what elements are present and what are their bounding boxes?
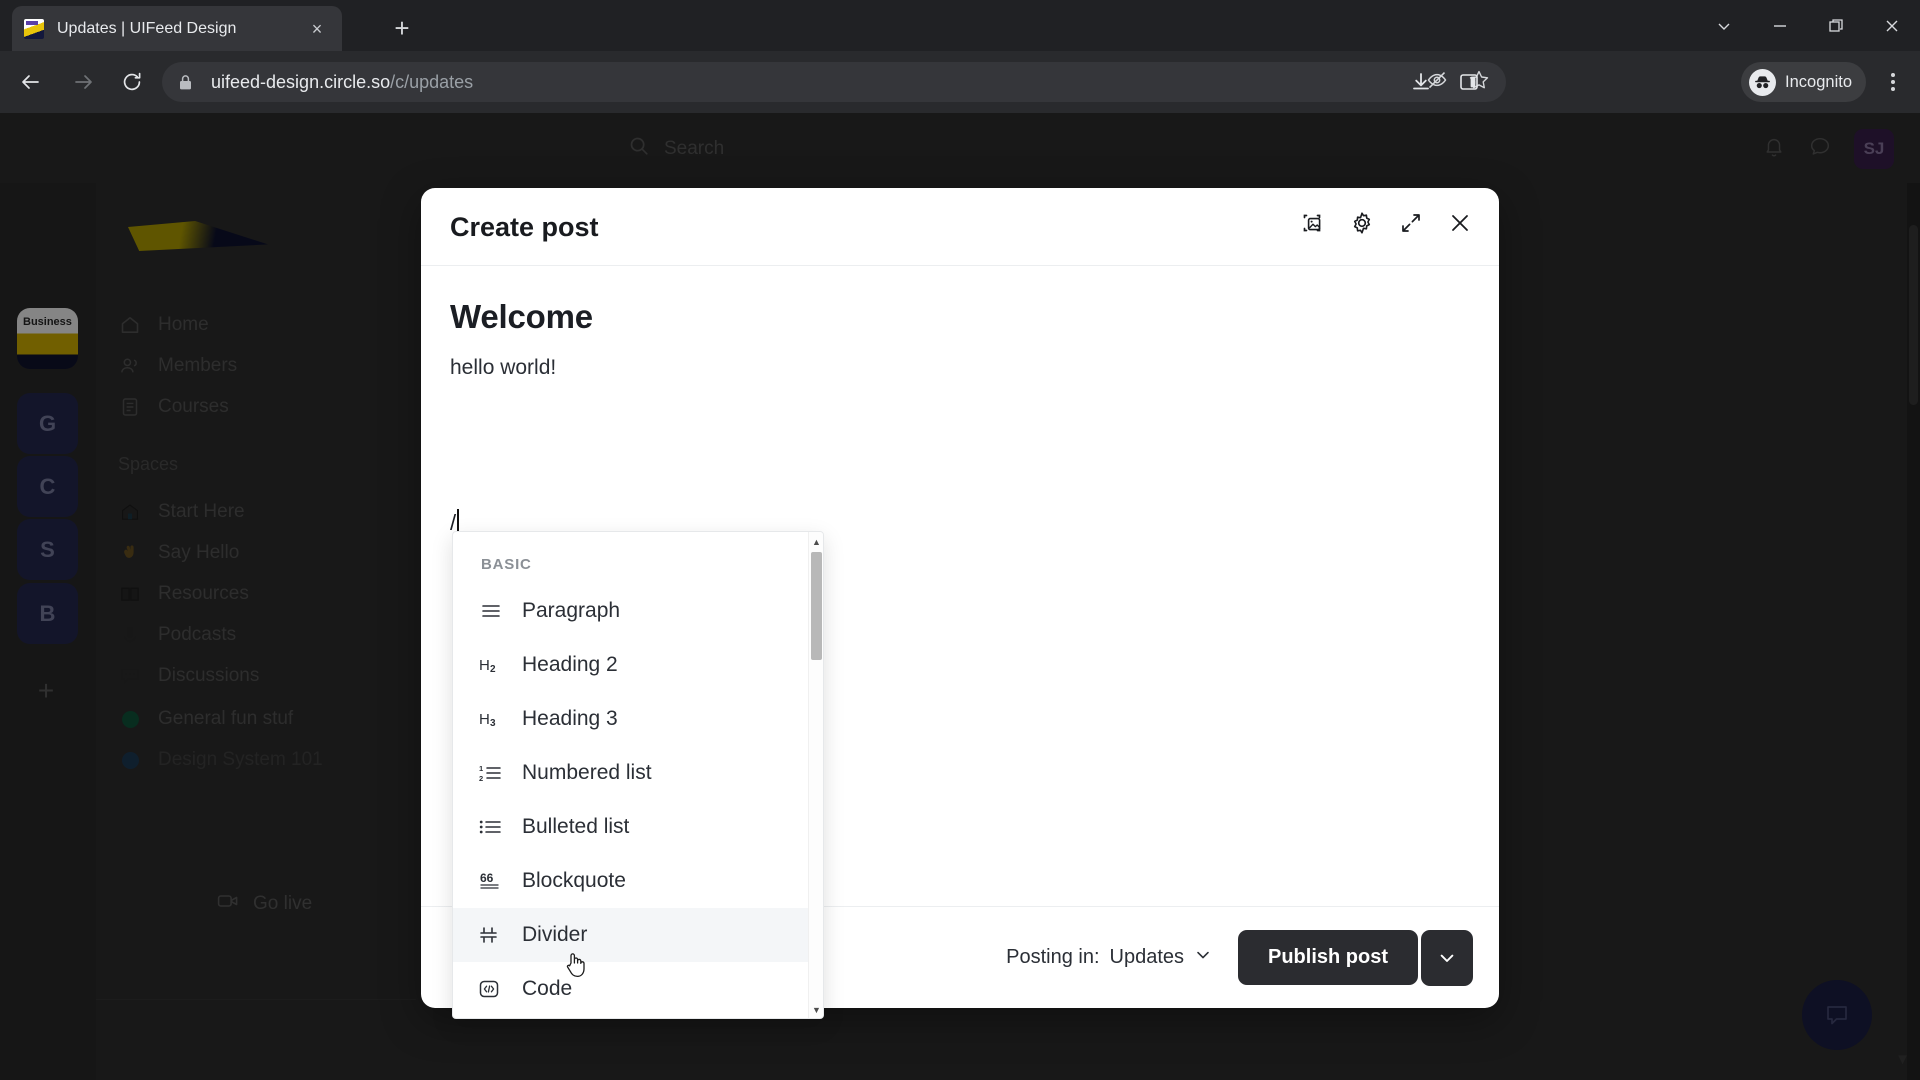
svg-text:3: 3 — [490, 718, 496, 729]
address-bar[interactable]: uifeed-design.circle.so/c/updates — [162, 62, 1506, 102]
tab-search-chevron-down-icon[interactable] — [1696, 0, 1752, 51]
publish-options-chevron-down-icon[interactable] — [1421, 929, 1473, 986]
gear-icon[interactable] — [1349, 210, 1375, 241]
incognito-profile-chip[interactable]: Incognito — [1741, 62, 1866, 102]
slash-menu-item-numbered-list[interactable]: 12 Numbered list — [453, 746, 811, 800]
numbered-list-icon: 12 — [478, 760, 504, 786]
slash-menu-item-heading-3[interactable]: H3 Heading 3 — [453, 692, 811, 746]
slash-menu-item-code[interactable]: Code — [453, 962, 811, 1016]
h3-icon: H3 — [478, 706, 504, 732]
post-body-text[interactable]: hello world! — [450, 356, 1470, 380]
slash-menu-group-label: BASIC — [481, 556, 532, 573]
slash-command-menu: BASIC Paragraph H2 Heading 2 H3 Heading … — [452, 531, 824, 1019]
slash-menu-item-heading-2-label: Heading 2 — [522, 653, 618, 676]
bulleted-list-icon — [478, 814, 504, 840]
tab-close-icon[interactable]: × — [304, 16, 330, 42]
slash-menu-list: Paragraph H2 Heading 2 H3 Heading 3 12 N… — [453, 584, 811, 1016]
url-path: /c/updates — [390, 71, 474, 92]
svg-text:H: H — [479, 711, 490, 728]
slash-menu-scrollbar[interactable]: ▲ ▼ — [808, 532, 823, 1018]
slash-menu-item-blockquote-label: Blockquote — [522, 869, 626, 892]
posting-in-selector[interactable]: Posting in: Updates — [1006, 946, 1212, 970]
lock-icon — [178, 74, 196, 91]
scrollbar-thumb[interactable] — [811, 552, 822, 660]
modal-header: Create post — [421, 188, 1499, 266]
expand-icon[interactable] — [1398, 210, 1424, 241]
browser-toolbar: uifeed-design.circle.so/c/updates Incogn… — [0, 51, 1920, 113]
slash-menu-item-heading-3-label: Heading 3 — [522, 707, 618, 730]
reload-icon[interactable] — [113, 63, 151, 101]
publish-post-button[interactable]: Publish post — [1238, 930, 1418, 985]
posting-in-label: Posting in: — [1006, 946, 1100, 968]
forward-icon[interactable] — [64, 63, 102, 101]
window-controls — [1696, 0, 1920, 51]
downloads-icon[interactable] — [1402, 63, 1440, 101]
page-title: Create post — [450, 212, 599, 242]
slash-menu-item-numbered-list-label: Numbered list — [522, 761, 652, 784]
code-icon — [478, 976, 504, 1002]
svg-text:H: H — [479, 657, 490, 674]
svg-text:2: 2 — [479, 774, 483, 783]
scroll-down-arrow-icon[interactable]: ▼ — [809, 1002, 823, 1018]
browser-tab-strip: Updates | UIFeed Design × + — [0, 0, 1920, 51]
cover-image-icon[interactable] — [1300, 210, 1326, 241]
slash-menu-item-heading-2[interactable]: H2 Heading 2 — [453, 638, 811, 692]
svg-text:1: 1 — [479, 764, 483, 773]
new-tab-button[interactable]: + — [385, 11, 419, 45]
incognito-icon — [1749, 68, 1777, 96]
mouse-cursor-pointer — [563, 951, 589, 981]
chevron-down-icon — [1194, 946, 1212, 970]
kebab-menu-icon[interactable] — [1874, 63, 1912, 101]
back-icon[interactable] — [12, 63, 50, 101]
window-close-icon[interactable] — [1864, 0, 1920, 51]
svg-text:66: 66 — [480, 871, 494, 885]
slash-menu-item-bulleted-list-label: Bulleted list — [522, 815, 630, 838]
incognito-label: Incognito — [1785, 72, 1852, 91]
h2-icon: H2 — [478, 652, 504, 678]
window-maximize-icon[interactable] — [1808, 0, 1864, 51]
tab-favicon-icon — [24, 18, 44, 39]
scroll-up-arrow-icon[interactable]: ▲ — [809, 534, 823, 550]
post-title-input[interactable]: Welcome — [450, 298, 1470, 336]
slash-menu-item-divider[interactable]: Divider — [453, 908, 811, 962]
divider-icon — [478, 922, 504, 948]
address-bar-url: uifeed-design.circle.so/c/updates — [211, 72, 473, 93]
posting-in-value: Updates — [1109, 946, 1185, 968]
close-icon[interactable] — [1447, 210, 1473, 241]
browser-tab[interactable]: Updates | UIFeed Design × — [12, 6, 342, 51]
slash-menu-item-bulleted-list[interactable]: Bulleted list — [453, 800, 811, 854]
blockquote-icon: 66 — [478, 868, 504, 894]
url-host: uifeed-design.circle.so — [211, 71, 391, 92]
publish-button-group: Publish post — [1238, 929, 1473, 986]
paragraph-icon — [478, 598, 504, 624]
window-minimize-icon[interactable] — [1752, 0, 1808, 51]
slash-menu-item-divider-label: Divider — [522, 923, 588, 946]
slash-menu-item-paragraph-label: Paragraph — [522, 599, 621, 622]
slash-menu-item-blockquote[interactable]: 66 Blockquote — [453, 854, 811, 908]
modal-header-actions — [1300, 210, 1473, 241]
side-panel-icon[interactable] — [1450, 63, 1488, 101]
svg-text:2: 2 — [490, 664, 496, 675]
slash-menu-item-paragraph[interactable]: Paragraph — [453, 584, 811, 638]
tab-title: Updates | UIFeed Design — [57, 19, 237, 37]
